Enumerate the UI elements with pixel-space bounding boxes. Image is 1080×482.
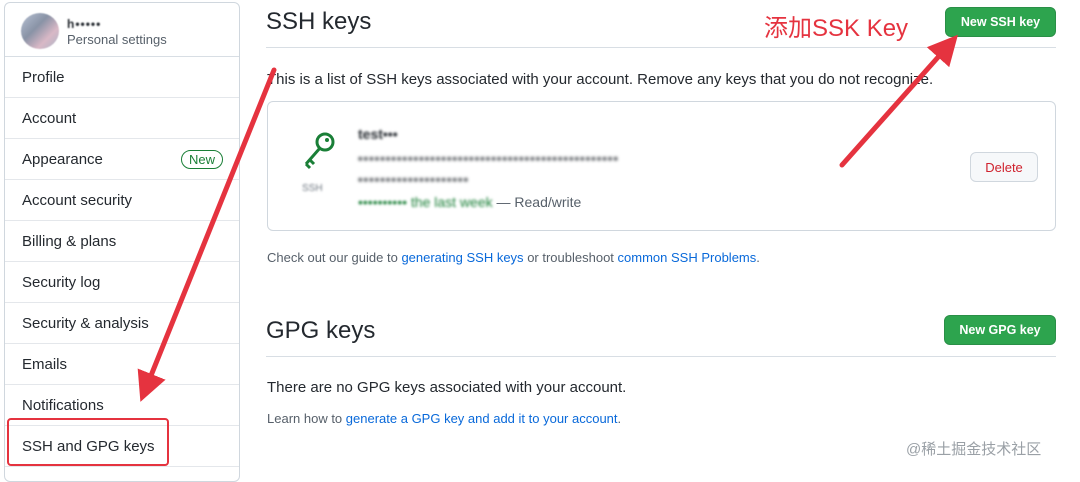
common-ssh-problems-link[interactable]: common SSH Problems [618, 250, 757, 265]
ssh-keys-title: SSH keys [266, 8, 372, 35]
gpg-empty-text: There are no GPG keys associated with yo… [267, 379, 627, 396]
sidebar-item-label: Emails [22, 355, 68, 373]
section-divider [266, 356, 1056, 357]
sidebar-item-account-security[interactable]: Account security [5, 180, 239, 221]
ssh-description: This is a list of SSH keys associated wi… [267, 71, 934, 88]
section-divider [266, 47, 1056, 48]
ssh-key-item [267, 101, 1056, 231]
new-badge: New [180, 149, 223, 169]
generating-ssh-keys-link[interactable]: generating SSH keys [401, 250, 523, 265]
new-gpg-key-button[interactable]: New GPG key [944, 315, 1056, 345]
learn-prefix: Learn how to [267, 411, 343, 426]
settings-sidebar: h••••• Personal settings Profile Account… [4, 2, 240, 482]
sidebar-item-label: Profile [22, 68, 65, 86]
sidebar-item-ssh-gpg-keys[interactable]: SSH and GPG keys [5, 426, 239, 467]
key-added-date: •••••••••••••••••••• [358, 172, 470, 187]
sidebar-item-label: Account security [22, 191, 133, 209]
sidebar-item-label: Account [22, 109, 77, 127]
key-type-label: SSH [302, 183, 323, 194]
new-ssh-key-button[interactable]: New SSH key [945, 7, 1056, 37]
ssh-guide-text: Check out our guide to generating SSH ke… [267, 250, 760, 265]
guide-prefix: Check out our guide to [267, 250, 398, 265]
watermark: @稀土掘金技术社区 [906, 441, 1042, 458]
sidebar-item-label: SSH and GPG keys [22, 437, 155, 455]
sidebar-item-appearance[interactable]: Appearance New [5, 139, 239, 180]
annotation-label: 添加SSK Key [764, 15, 909, 42]
sidebar-item-label: Notifications [22, 396, 104, 414]
sidebar-header: h••••• Personal settings [5, 3, 239, 57]
guide-middle: or troubleshoot [527, 250, 614, 265]
sidebar-item-account[interactable]: Account [5, 98, 239, 139]
personal-settings-label: Personal settings [67, 32, 167, 47]
key-access: — Read/write [496, 194, 582, 210]
sidebar-item-label: Billing & plans [22, 232, 117, 250]
sidebar-item-notifications[interactable]: Notifications [5, 385, 239, 426]
key-title: test••• [358, 126, 398, 142]
guide-suffix: . [756, 250, 760, 265]
sidebar-item-security-analysis[interactable]: Security & analysis [5, 303, 239, 344]
sidebar-item-label: Security & analysis [22, 314, 149, 332]
key-last-used: •••••••••• the last week — Read/write [358, 194, 581, 210]
delete-key-button[interactable]: Delete [970, 152, 1038, 182]
sidebar-item-security-log[interactable]: Security log [5, 262, 239, 303]
sidebar-item-label: Security log [22, 273, 101, 291]
gpg-keys-title: GPG keys [266, 317, 376, 344]
sidebar-item-billing[interactable]: Billing & plans [5, 221, 239, 262]
sidebar-item-label: Appearance [22, 150, 103, 168]
avatar[interactable] [21, 13, 59, 49]
sidebar-item-emails[interactable]: Emails [5, 344, 239, 385]
username[interactable]: h••••• [67, 17, 101, 31]
sidebar-item-profile[interactable]: Profile [5, 57, 239, 98]
gpg-learn-text: Learn how to generate a GPG key and add … [267, 411, 621, 426]
key-fingerprint: ••••••••••••••••••••••••••••••••••••••••… [358, 151, 619, 166]
generate-gpg-key-link[interactable]: generate a GPG key and add it to your ac… [346, 411, 618, 426]
learn-suffix: . [617, 411, 622, 426]
key-last-used-text: •••••••••• the last week [358, 194, 493, 210]
